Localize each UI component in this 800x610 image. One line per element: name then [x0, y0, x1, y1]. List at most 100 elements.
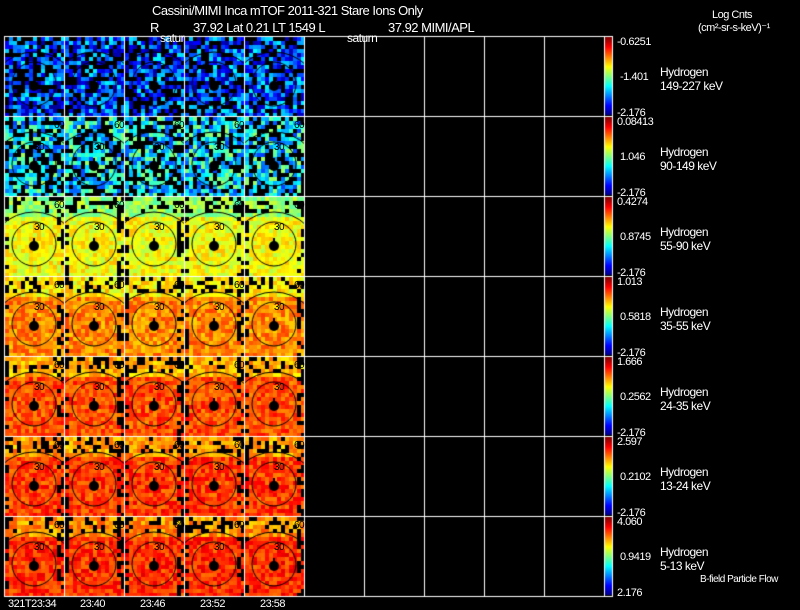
contour-label: 30	[214, 222, 225, 233]
contour-label: 60	[234, 120, 245, 131]
units-line1: Log Cnts	[712, 9, 753, 21]
footer-label: B-field Particle Flow	[700, 574, 778, 585]
contour-label: 30	[34, 542, 45, 553]
subtitle-position: 37.92 Lat 0.21 LT 1549 L	[193, 20, 326, 35]
energy-range-label: 149-227 keV	[660, 79, 723, 93]
contour-label: 60	[234, 360, 245, 371]
contour-label: 30	[154, 382, 165, 393]
contour-label: 60	[54, 440, 65, 451]
contour-label: 60	[234, 440, 245, 451]
contour-label: 30	[34, 142, 45, 153]
contour-label: 60	[114, 520, 125, 531]
contour-label: 30	[274, 382, 285, 393]
species-label: Hydrogen	[660, 465, 709, 479]
contour-label: 30	[214, 542, 225, 553]
saturn-label: saturn	[347, 31, 378, 45]
contour-label: 60	[114, 360, 125, 371]
subtitle-l-shell: 37.92 MIMI/APL	[388, 20, 475, 35]
contour-label: 30	[154, 542, 165, 553]
colorbar-max-label: 1.013	[617, 276, 643, 288]
colorbar-max-label: -0.6251	[617, 36, 651, 48]
contour-label: 30	[274, 462, 285, 473]
contour-label: 60	[174, 200, 185, 211]
contour-label: 30	[94, 302, 105, 313]
satur-label: satur	[160, 31, 185, 45]
contour-label: 30	[94, 142, 105, 153]
time-tick-label: 23:58	[260, 598, 286, 610]
contour-label: 60	[114, 440, 125, 451]
contour-label: 30	[154, 222, 165, 233]
colorbar-mid-label: 1.046	[620, 151, 646, 163]
contour-label: 30	[154, 142, 165, 153]
contour-label: 60	[294, 440, 305, 451]
energy-range-label: 55-90 keV	[660, 239, 711, 253]
species-label: Hydrogen	[660, 65, 709, 79]
contour-label: 30	[214, 462, 225, 473]
colorbar-max-label: 1.666	[617, 356, 643, 368]
contour-label: 30	[154, 302, 165, 313]
contour-label: 30	[274, 302, 285, 313]
contour-label: 30	[274, 542, 285, 553]
contour-label: 60	[294, 280, 305, 291]
contour-label: 60	[174, 520, 185, 531]
contour-label: 60	[114, 120, 125, 131]
contour-label: 60	[294, 360, 305, 371]
contour-label: 30	[214, 382, 225, 393]
subtitle-r: R	[150, 20, 159, 35]
colorbar-mid-label: 0.9419	[620, 551, 651, 563]
contour-label: 60	[234, 200, 245, 211]
energy-range-label: 13-24 keV	[660, 479, 711, 493]
colorbar-mid-label: 0.2102	[620, 471, 651, 483]
units-line2: (cm²-sr-s-keV)⁻¹	[698, 22, 770, 34]
colorbar-max-label: 0.08413	[617, 116, 654, 128]
contour-label: 30	[94, 542, 105, 553]
species-label: Hydrogen	[660, 225, 709, 239]
contour-label: 60	[294, 200, 305, 211]
colorbar-max-label: 2.597	[617, 436, 643, 448]
contour-label: 60	[114, 280, 125, 291]
colorbar-mid-label: 0.8745	[620, 231, 651, 243]
species-label: Hydrogen	[660, 305, 709, 319]
contour-label: 60	[54, 200, 65, 211]
energy-range-label: 90-149 keV	[660, 159, 717, 173]
contour-label: 30	[274, 142, 285, 153]
contour-label: 60	[174, 360, 185, 371]
energy-range-label: 24-35 keV	[660, 399, 711, 413]
contour-label: 60	[234, 520, 245, 531]
contour-label: 60	[54, 520, 65, 531]
energy-range-label: 5-13 keV	[660, 559, 705, 573]
species-label: Hydrogen	[660, 545, 709, 559]
time-tick-label: 23:46	[140, 598, 166, 610]
contour-label: 30	[94, 382, 105, 393]
species-label: Hydrogen	[660, 145, 709, 159]
colorbar-mid-label: 0.2562	[620, 391, 651, 403]
contour-label: 30	[34, 302, 45, 313]
time-tick-label: 321T23:34	[8, 598, 57, 610]
contour-label: 30	[154, 462, 165, 473]
colorbar-max-label: 4.060	[617, 516, 643, 528]
contour-label: 60	[174, 120, 185, 131]
contour-label: 60	[234, 280, 245, 291]
energy-range-label: 35-55 keV	[660, 319, 711, 333]
contour-label: 60	[174, 280, 185, 291]
time-tick-label: 23:52	[200, 598, 226, 610]
contour-label: 60	[174, 440, 185, 451]
contour-label: 60	[54, 120, 65, 131]
contour-label: 60	[54, 280, 65, 291]
colorbar-mid-label: 0.5818	[620, 311, 651, 323]
contour-label: 30	[34, 222, 45, 233]
contour-label: 30	[274, 222, 285, 233]
contour-label: 60	[294, 120, 305, 131]
contour-label: 30	[94, 222, 105, 233]
contour-label: 30	[34, 382, 45, 393]
contour-label: 60	[54, 360, 65, 371]
contour-label: 30	[214, 142, 225, 153]
contour-label: 30	[34, 462, 45, 473]
species-label: Hydrogen	[660, 385, 709, 399]
colorbar-mid-label: -1.401	[620, 71, 649, 83]
contour-label: 30	[94, 462, 105, 473]
contour-label: 60	[294, 520, 305, 531]
colorbar-min-label: 2.176	[617, 587, 643, 599]
contour-label: 60	[114, 200, 125, 211]
contour-label: 30	[214, 302, 225, 313]
